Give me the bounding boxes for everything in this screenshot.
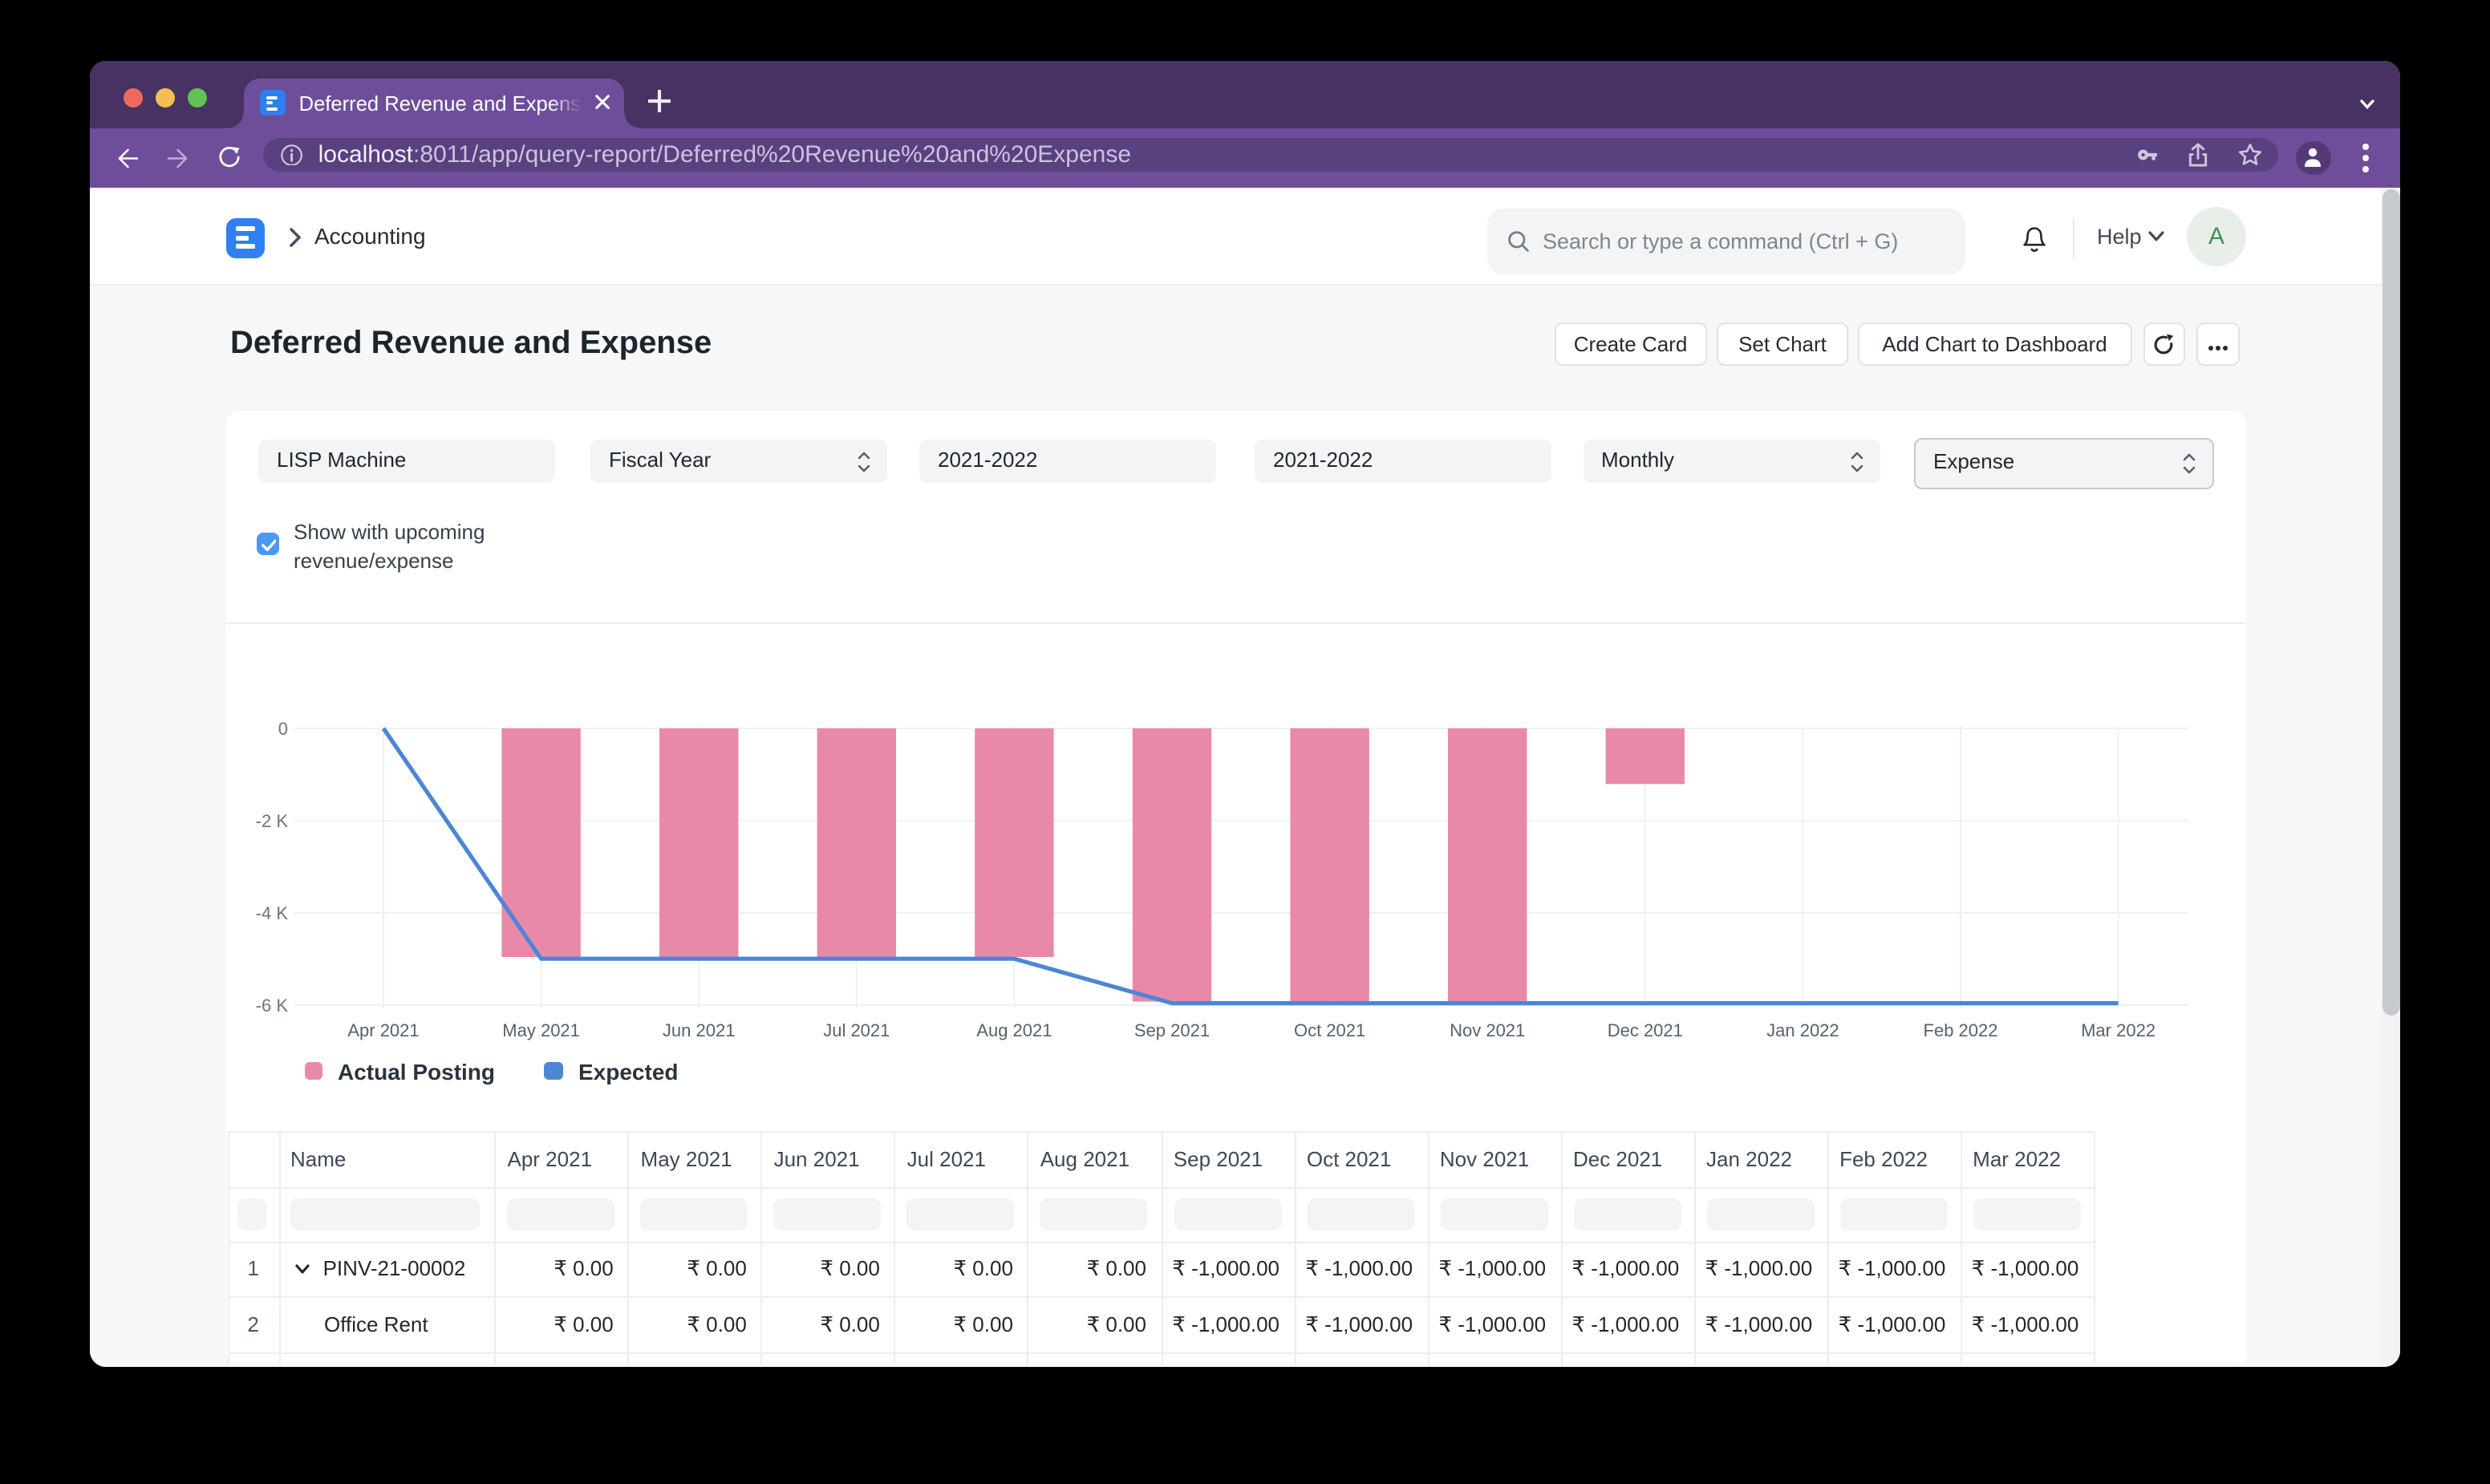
svg-text:0: 0 [278,719,287,739]
svg-text:-2 K: -2 K [255,811,288,831]
svg-text:Nov 2021: Nov 2021 [1449,1020,1524,1040]
svg-text:Oct 2021: Oct 2021 [1293,1020,1365,1040]
svg-text:Dec 2021: Dec 2021 [1607,1020,1682,1040]
svg-text:-4 K: -4 K [255,903,288,923]
svg-text:Jun 2021: Jun 2021 [662,1020,735,1040]
svg-text:Sep 2021: Sep 2021 [1133,1020,1209,1040]
svg-text:Aug 2021: Aug 2021 [975,1020,1051,1040]
svg-text:May 2021: May 2021 [501,1020,579,1040]
svg-text:Mar 2022: Mar 2022 [2080,1020,2155,1040]
svg-text:Jul 2021: Jul 2021 [822,1020,889,1040]
svg-text:Apr 2021: Apr 2021 [347,1020,418,1040]
svg-text:-6 K: -6 K [255,995,288,1016]
svg-text:Feb 2022: Feb 2022 [1923,1020,1997,1040]
svg-text:Jan 2022: Jan 2022 [1766,1020,1839,1040]
